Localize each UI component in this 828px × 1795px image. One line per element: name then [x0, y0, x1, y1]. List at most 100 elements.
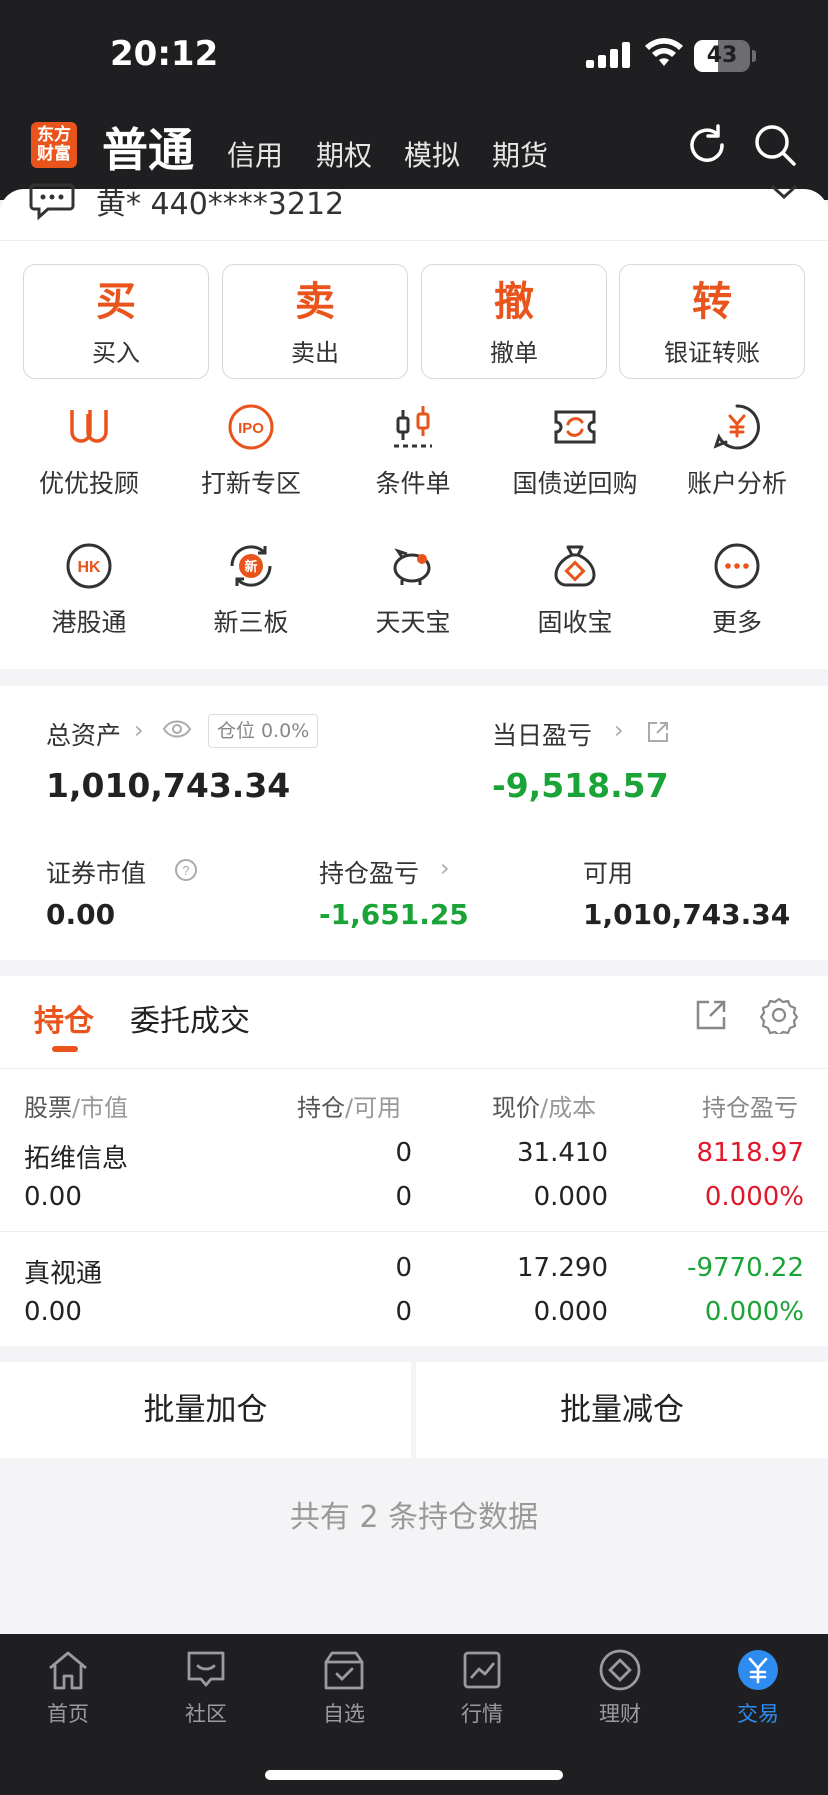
bank-transfer-button[interactable]: 转 银证转账 [619, 264, 805, 379]
active-tab-indicator [52, 1046, 78, 1052]
total-assets-label[interactable]: 总资产 [46, 716, 121, 752]
tab-positions[interactable]: 持仓 [34, 996, 94, 1040]
table-row[interactable]: 真视通 0.00 0 0 17.290 0.000 -9770.22 0.000… [0, 1241, 828, 1357]
nav-community[interactable]: 社区 [151, 1648, 261, 1728]
status-time: 20:12 [110, 34, 219, 74]
tab-orders[interactable]: 委托成交 [130, 996, 250, 1040]
nav-trade[interactable]: 交易 [703, 1648, 813, 1728]
candlestick-icon [394, 406, 432, 448]
grid-item-gushoubao[interactable]: 固收宝 [500, 541, 650, 639]
asset-summary: 总资产 › 仓位 0.0% 1,010,743.34 当日盈亏 › -9,518… [0, 686, 828, 960]
svg-text:?: ? [182, 863, 189, 878]
batch-reduce-button[interactable]: 批量减仓 [416, 1362, 828, 1458]
chevron-right-icon: › [440, 854, 450, 882]
grid-item-account-analysis[interactable]: 账户分析 [662, 402, 812, 500]
grid-label: 更多 [711, 608, 762, 637]
cancel-order-button[interactable]: 撤 撤单 [421, 264, 607, 379]
cancel-char: 撤 [494, 279, 534, 325]
market-value-label: 证券市值 [46, 859, 147, 888]
grid-item-repo[interactable]: 国债逆回购 [500, 402, 650, 500]
wifi-icon [645, 38, 683, 66]
account-selector[interactable]: 黄* 440****3212 [0, 183, 828, 241]
buy-char: 买 [96, 279, 136, 325]
svg-text:新: 新 [244, 559, 257, 575]
grid-label: 优优投顾 [38, 469, 139, 498]
help-icon[interactable]: ? [174, 858, 198, 882]
buy-label: 买入 [92, 339, 140, 367]
current-price: 17.290 [517, 1253, 608, 1283]
nav-wealth[interactable]: 理财 [565, 1648, 675, 1728]
grid-item-hk-connect[interactable]: HK 港股通 [14, 541, 164, 639]
chevron-down-icon[interactable] [770, 183, 798, 203]
nav-label: 首页 [47, 1702, 89, 1726]
tab-simulated[interactable]: 模拟 [404, 134, 460, 174]
refresh-icon[interactable] [684, 122, 730, 168]
yen-chat-icon [713, 404, 760, 450]
battery-icon: 43 [694, 40, 756, 72]
tab-credit[interactable]: 信用 [227, 134, 283, 174]
stock-market-value: 0.00 [24, 1182, 82, 1212]
uu-icon [70, 410, 108, 443]
cost-price: 0.000 [533, 1182, 608, 1212]
grid-item-ipo[interactable]: IPO 打新专区 [176, 402, 326, 500]
col-main: 持仓 [297, 1094, 345, 1122]
settings-icon[interactable] [760, 996, 798, 1034]
grid-label: 固收宝 [537, 608, 613, 637]
sell-button[interactable]: 卖 卖出 [222, 264, 408, 379]
nav-label: 社区 [185, 1702, 227, 1726]
col-main: 股票 [24, 1094, 72, 1122]
market-icon [463, 1651, 501, 1689]
grid-label: 账户分析 [686, 469, 787, 498]
holding-qty: 0 [395, 1138, 412, 1168]
moneybag-icon [554, 545, 596, 587]
more-icon [714, 543, 760, 589]
table-row[interactable]: 拓维信息 0.00 0 0 31.410 0.000 8118.97 0.000… [0, 1126, 828, 1242]
position-pl-pct: 0.000% [704, 1297, 804, 1327]
grid-label: 国债逆回购 [512, 469, 638, 498]
tab-normal[interactable]: 普通 [102, 114, 194, 180]
sell-label: 卖出 [291, 339, 339, 367]
holding-pl-label[interactable]: 持仓盈亏 [319, 854, 419, 890]
piggy-icon [393, 548, 431, 585]
position-pl-pct: 0.000% [704, 1182, 804, 1212]
wealth-icon [599, 1649, 641, 1691]
tab-options[interactable]: 期权 [316, 134, 372, 174]
daily-pl-value: -9,518.57 [492, 766, 669, 805]
grid-item-advisor[interactable]: 优优投顾 [14, 402, 164, 500]
available-label: 可用 [583, 859, 634, 888]
available-qty: 0 [395, 1182, 412, 1212]
daily-pl-label[interactable]: 当日盈亏 [492, 716, 592, 752]
nav-watchlist[interactable]: 自选 [289, 1648, 399, 1728]
col-main: 现价 [492, 1094, 540, 1122]
external-link-icon[interactable] [646, 720, 670, 744]
cost-price: 0.000 [533, 1297, 608, 1327]
positions-count-note: 共有 2 条持仓数据 [289, 1500, 539, 1535]
position-pl: 8118.97 [696, 1138, 804, 1168]
position-ratio-badge: 仓位 0.0% [208, 714, 319, 748]
grid-item-conditional-order[interactable]: 条件单 [338, 402, 488, 500]
ipo-icon: IPO [228, 404, 274, 450]
eye-icon[interactable] [162, 718, 192, 740]
share-icon[interactable] [694, 998, 728, 1032]
chevron-right-icon: › [134, 716, 144, 744]
nav-home[interactable]: 首页 [13, 1648, 123, 1728]
nav-label: 自选 [323, 1702, 365, 1726]
search-icon[interactable] [752, 122, 798, 168]
col-sub: /可用 [345, 1094, 402, 1122]
grid-item-more[interactable]: 更多 [662, 541, 812, 639]
grid-item-neeq[interactable]: 新 新三板 [176, 541, 326, 639]
grid-label: 港股通 [51, 608, 127, 637]
buy-button[interactable]: 买 买入 [23, 264, 209, 379]
tab-futures[interactable]: 期货 [492, 134, 548, 174]
cancel-label: 撤单 [490, 339, 538, 367]
home-icon [49, 1651, 87, 1690]
nav-market[interactable]: 行情 [427, 1648, 537, 1728]
chevron-right-icon: › [614, 716, 624, 744]
grid-label: 条件单 [375, 469, 451, 498]
grid-item-tiantianbao[interactable]: 天天宝 [338, 541, 488, 639]
batch-add-button[interactable]: 批量加仓 [0, 1362, 411, 1458]
holding-pl-value: -1,651.25 [319, 898, 469, 931]
transfer-label: 银证转账 [664, 339, 760, 367]
current-price: 31.410 [517, 1138, 608, 1168]
divider [0, 1231, 828, 1232]
